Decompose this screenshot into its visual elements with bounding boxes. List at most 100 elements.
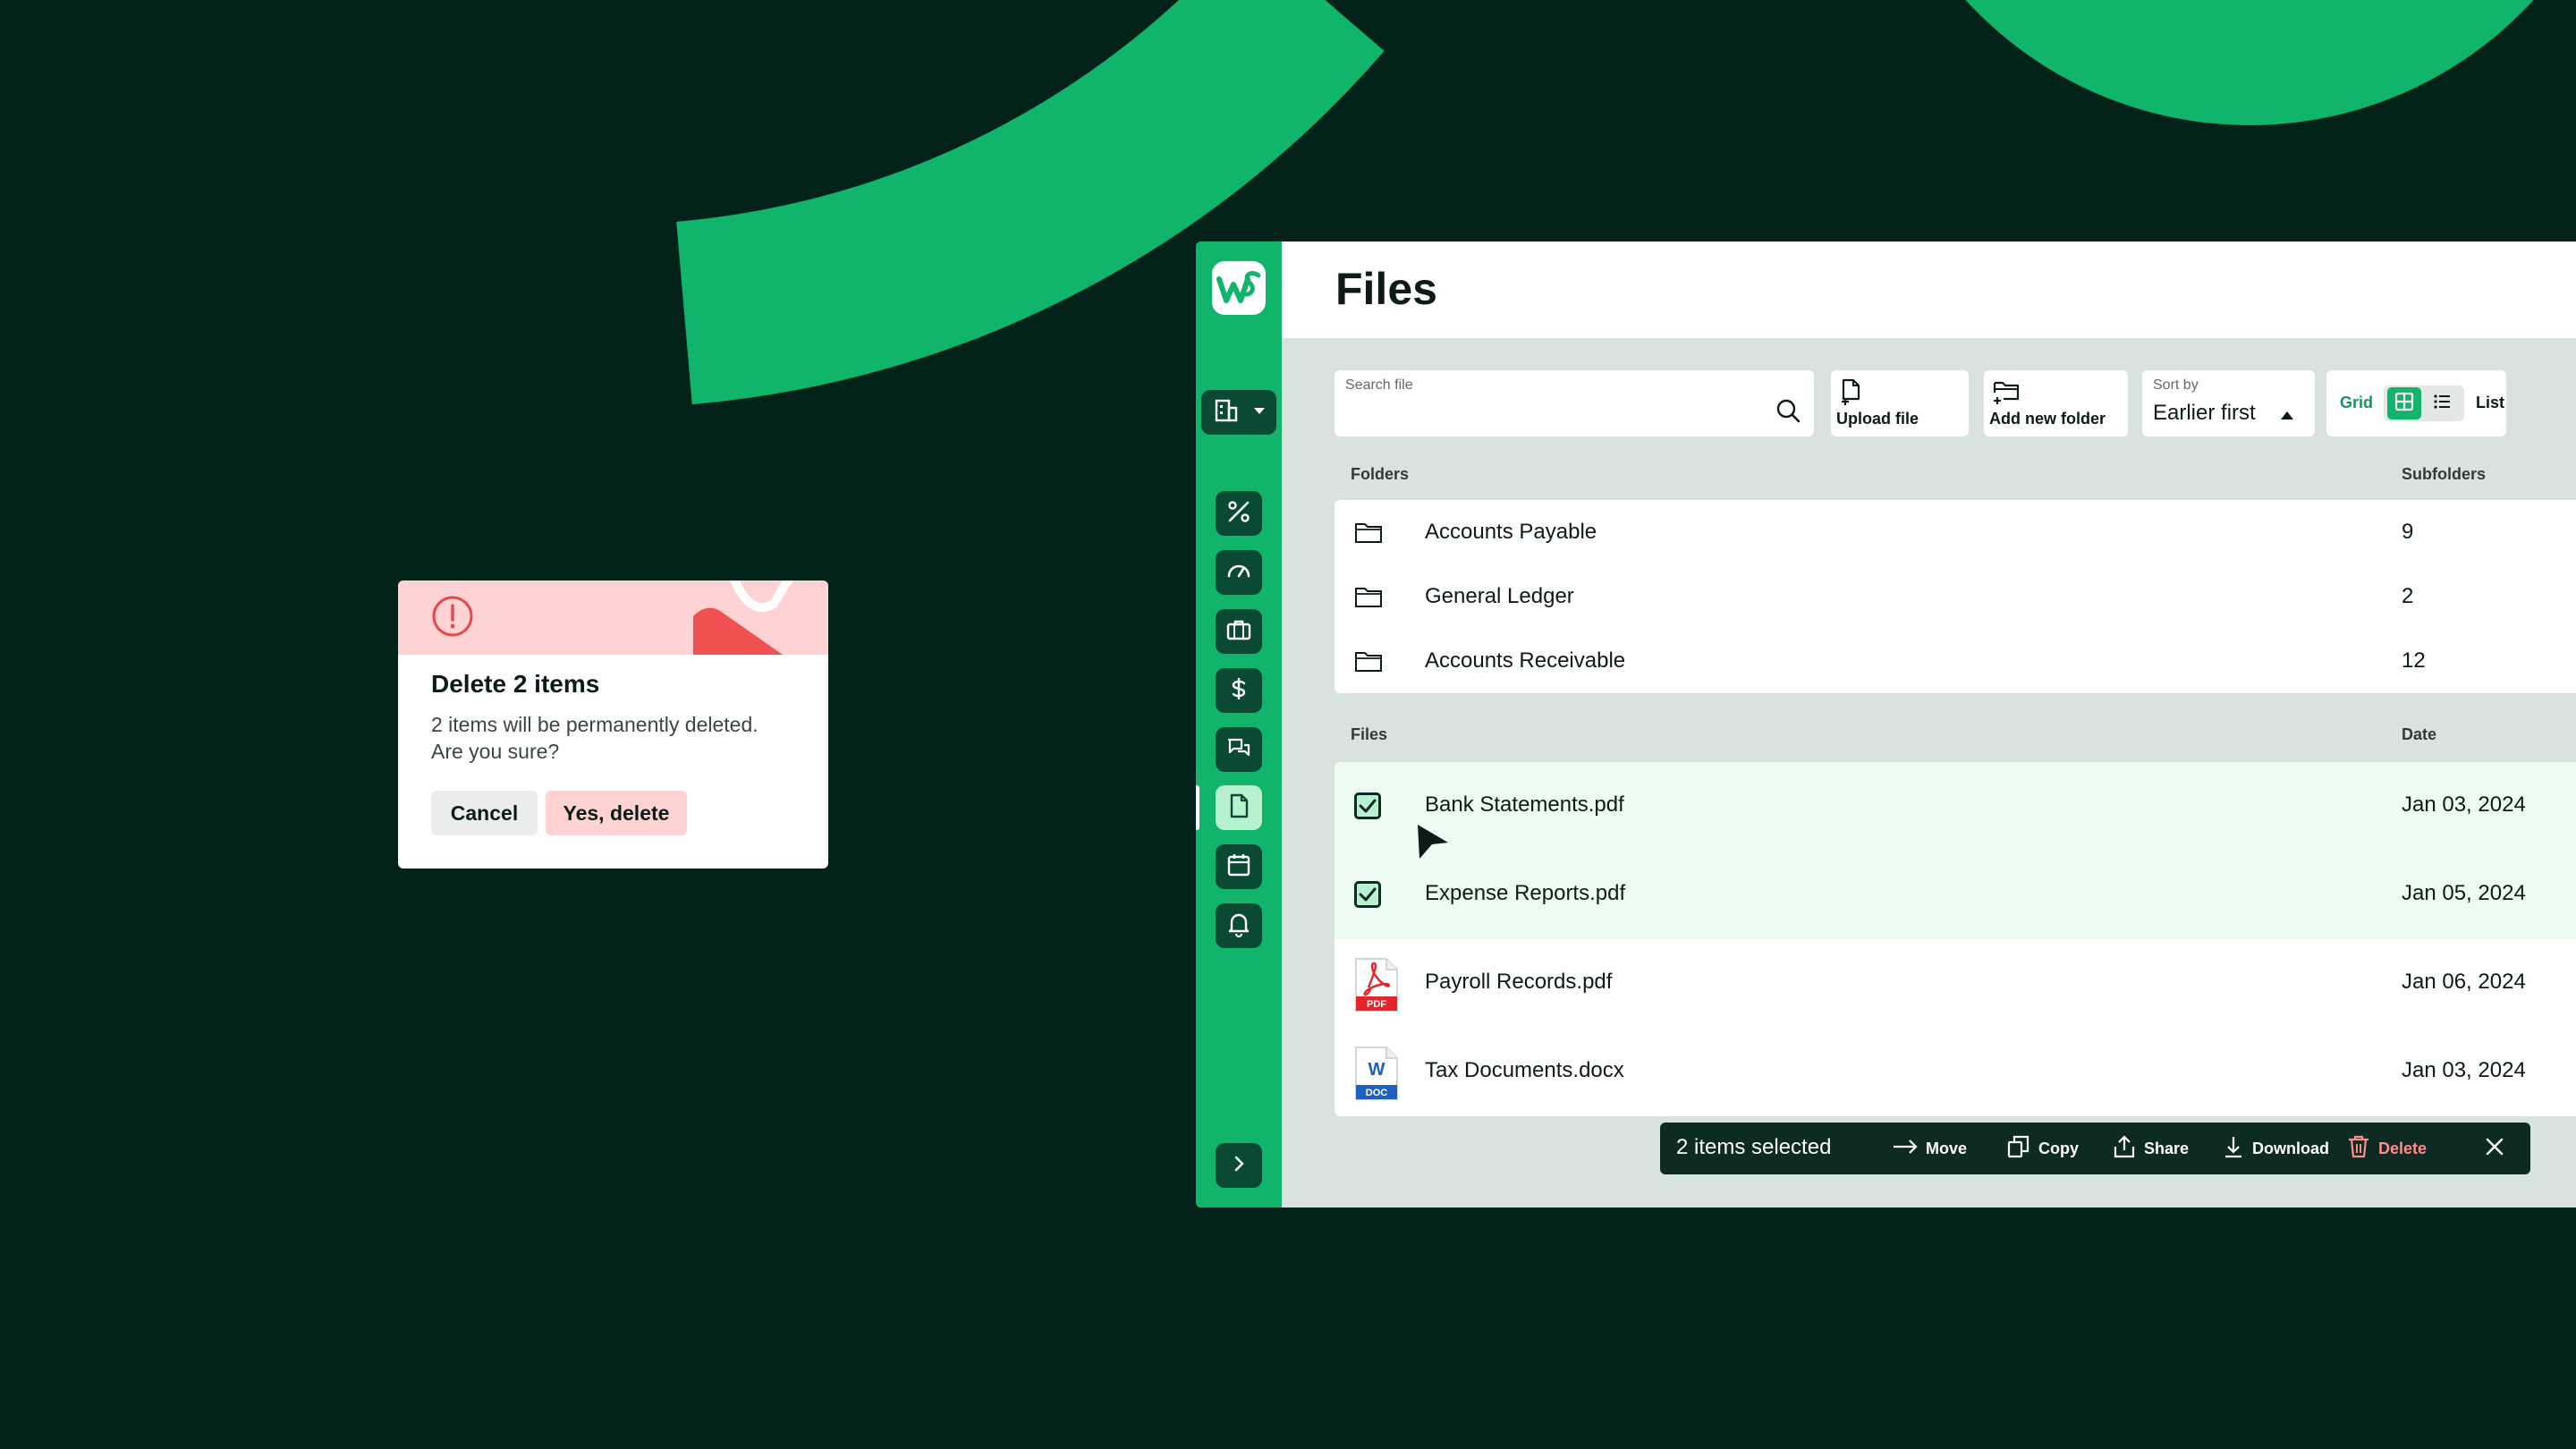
dialog-message: 2 items will be permanently deleted. bbox=[431, 713, 758, 736]
file-name: Expense Reports.pdf bbox=[1425, 881, 1626, 905]
folder-row[interactable]: Accounts Payable 9 bbox=[1335, 500, 2576, 564]
trash-icon bbox=[2346, 1134, 2371, 1164]
briefcase-icon bbox=[1225, 616, 1252, 648]
nav-dashboard[interactable] bbox=[1216, 550, 1262, 595]
file-row[interactable]: W DOC Tax Documents.docx Jan 03, 2024 bbox=[1335, 1028, 2576, 1116]
folders-table: Accounts Payable 9 General Ledger 2 Acco… bbox=[1335, 500, 2576, 693]
grid-view-button[interactable] bbox=[2387, 387, 2421, 419]
calendar-icon bbox=[1225, 852, 1252, 883]
ws-logo[interactable] bbox=[1212, 261, 1266, 315]
view-grid-label[interactable]: Grid bbox=[2340, 394, 2373, 412]
folder-row[interactable]: Accounts Receivable 12 bbox=[1335, 629, 2576, 693]
date-header: Date bbox=[2402, 725, 2437, 743]
caret-up-icon bbox=[2281, 411, 2293, 419]
close-icon bbox=[2484, 1136, 2505, 1162]
copy-icon bbox=[2006, 1134, 2031, 1164]
file-name: Payroll Records.pdf bbox=[1425, 970, 1613, 994]
add-folder-button[interactable]: Add new folder bbox=[1984, 370, 2128, 436]
doc-badge-text: DOC bbox=[1366, 1088, 1388, 1098]
close-selection-button[interactable] bbox=[2481, 1135, 2508, 1162]
copy-label: Copy bbox=[2038, 1139, 2079, 1157]
file-date: Jan 03, 2024 bbox=[2402, 1058, 2526, 1082]
nav-finance[interactable] bbox=[1216, 668, 1262, 713]
file-icon bbox=[1225, 792, 1252, 824]
nav-notifications[interactable] bbox=[1216, 903, 1262, 948]
folder-add-icon bbox=[1991, 377, 2021, 411]
file-date: Jan 03, 2024 bbox=[2402, 792, 2526, 817]
pdf-badge-text: PDF bbox=[1367, 999, 1386, 1010]
file-date: Jan 05, 2024 bbox=[2402, 881, 2526, 905]
sort-label: Sort by bbox=[2153, 377, 2199, 393]
download-icon bbox=[2222, 1134, 2245, 1164]
share-button[interactable]: Share bbox=[2112, 1134, 2190, 1164]
dollar-icon bbox=[1225, 675, 1252, 707]
file-row[interactable]: Expense Reports.pdf Jan 05, 2024 bbox=[1335, 851, 2576, 939]
download-label: Download bbox=[2252, 1139, 2329, 1157]
folder-icon bbox=[1354, 650, 1383, 678]
confirm-delete-button[interactable]: Yes, delete bbox=[546, 791, 687, 835]
file-name: Bank Statements.pdf bbox=[1425, 792, 1624, 817]
move-button[interactable]: Move bbox=[1892, 1135, 1967, 1162]
folder-name: General Ledger bbox=[1425, 584, 1574, 608]
delete-label: Delete bbox=[2378, 1139, 2428, 1157]
search-icon[interactable] bbox=[1775, 397, 1801, 428]
copy-button[interactable]: Copy bbox=[2006, 1135, 2079, 1162]
view-list-label[interactable]: List bbox=[2476, 394, 2504, 412]
word-file-icon: W DOC bbox=[1354, 1046, 1399, 1106]
upload-file-button[interactable]: Upload file bbox=[1831, 370, 1969, 436]
alert-icon bbox=[431, 595, 474, 642]
nav-briefcase[interactable] bbox=[1216, 609, 1262, 654]
building-icon bbox=[1214, 398, 1239, 428]
nav-percent[interactable] bbox=[1216, 491, 1262, 536]
search-input[interactable]: Search file bbox=[1335, 370, 1814, 436]
share-label: Share bbox=[2144, 1139, 2190, 1157]
files-table: Bank Statements.pdf Jan 03, 2024 Expense… bbox=[1335, 762, 2576, 1116]
delete-button[interactable]: Delete bbox=[2346, 1135, 2427, 1162]
file-name: Tax Documents.docx bbox=[1425, 1058, 1624, 1082]
folder-subfolder-count: 2 bbox=[2402, 584, 2414, 608]
expand-sidebar-button[interactable] bbox=[1216, 1143, 1262, 1188]
upload-file-label: Upload file bbox=[1836, 410, 1919, 428]
move-label: Move bbox=[1926, 1139, 1968, 1157]
folder-name: Accounts Payable bbox=[1425, 520, 1597, 544]
page-title: Files bbox=[1335, 264, 1437, 314]
sidebar bbox=[1196, 242, 1282, 1208]
folders-header: Folders bbox=[1351, 465, 1410, 483]
cursor-icon bbox=[1416, 823, 1452, 865]
selection-action-bar: 2 items selected Move Copy Share Downloa… bbox=[1660, 1123, 2530, 1174]
file-checkbox[interactable] bbox=[1354, 881, 1381, 908]
bell-icon bbox=[1225, 911, 1252, 942]
view-toggle bbox=[2384, 386, 2464, 421]
list-view-button[interactable] bbox=[2425, 387, 2459, 419]
folder-name: Accounts Receivable bbox=[1425, 648, 1626, 673]
download-button[interactable]: Download bbox=[2222, 1135, 2329, 1162]
folder-row[interactable]: General Ledger 2 bbox=[1335, 564, 2576, 629]
nav-files[interactable] bbox=[1216, 785, 1262, 830]
search-label: Search file bbox=[1345, 377, 1413, 393]
files-header: Files bbox=[1351, 725, 1388, 743]
chat-icon bbox=[1225, 734, 1252, 766]
sort-value: Earlier first bbox=[2153, 401, 2256, 425]
share-icon bbox=[2112, 1134, 2137, 1164]
active-nav-indicator bbox=[1196, 785, 1199, 830]
view-switcher: Grid List bbox=[2326, 370, 2506, 436]
chevron-right-icon bbox=[1228, 1153, 1250, 1179]
file-row[interactable]: Bank Statements.pdf Jan 03, 2024 bbox=[1335, 762, 2576, 851]
file-checkbox[interactable] bbox=[1354, 792, 1381, 819]
nav-messages[interactable] bbox=[1216, 727, 1262, 772]
add-folder-label: Add new folder bbox=[1989, 410, 2106, 428]
folder-subfolder-count: 12 bbox=[2402, 648, 2426, 673]
word-glyph: W bbox=[1368, 1060, 1385, 1080]
sort-select[interactable]: Sort by Earlier first bbox=[2142, 370, 2315, 436]
list-icon bbox=[2431, 391, 2453, 417]
nav-calendar[interactable] bbox=[1216, 844, 1262, 889]
folder-subfolder-count: 9 bbox=[2402, 520, 2414, 544]
gauge-icon bbox=[1225, 557, 1252, 589]
file-row[interactable]: PDF Payroll Records.pdf Jan 06, 2024 bbox=[1335, 939, 2576, 1028]
org-switcher[interactable] bbox=[1201, 390, 1276, 435]
subfolders-header: Subfolders bbox=[2402, 465, 2487, 483]
dialog-banner bbox=[398, 580, 828, 655]
cancel-button[interactable]: Cancel bbox=[431, 791, 538, 835]
caret-down-icon bbox=[1253, 404, 1266, 420]
grid-icon bbox=[2394, 391, 2415, 417]
